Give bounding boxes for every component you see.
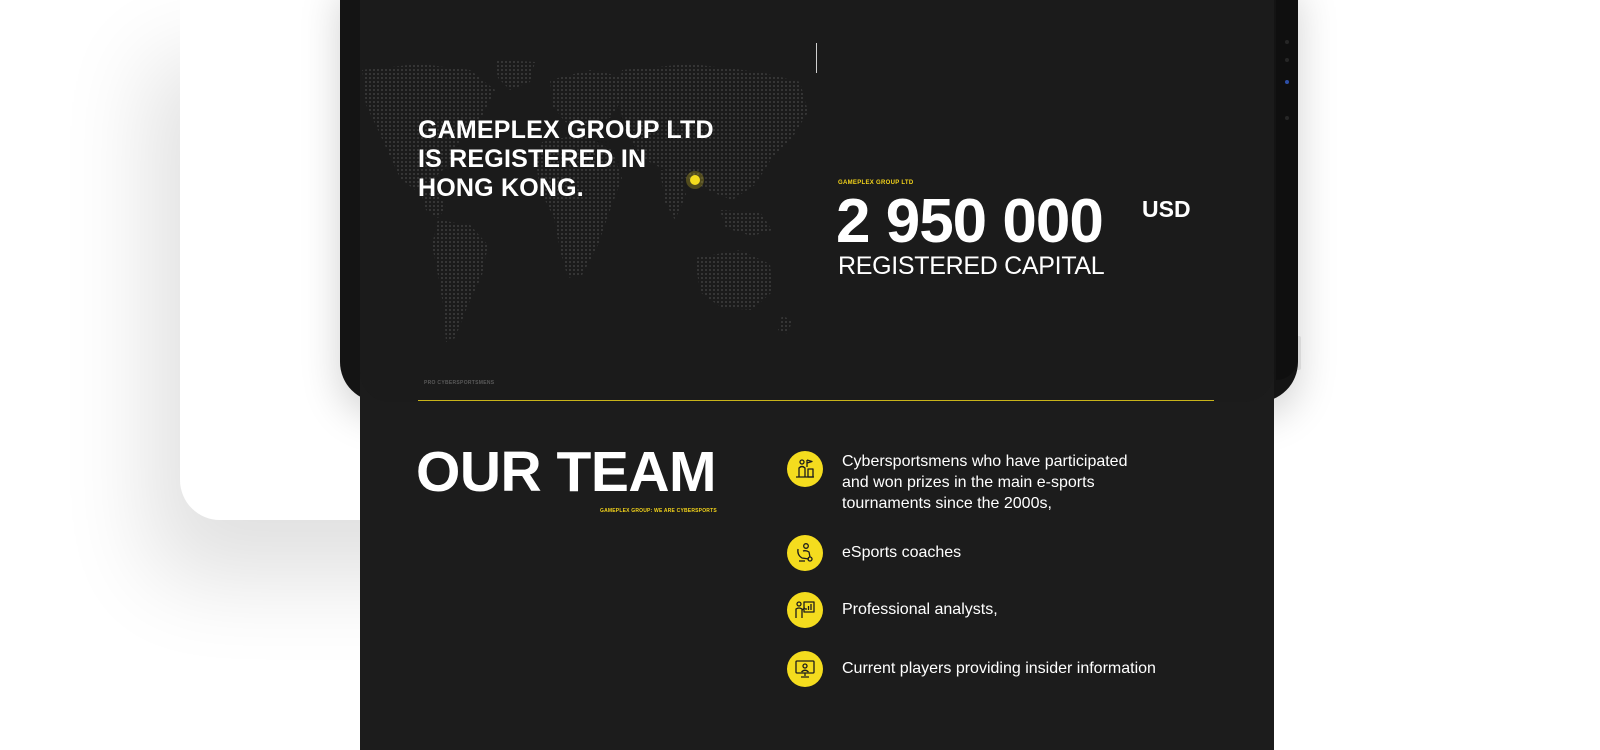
- team-item-text: eSports coaches: [842, 544, 962, 561]
- camera-lens: [1285, 80, 1289, 84]
- capital-currency: USD: [1142, 196, 1191, 222]
- tablet-side-button: [1298, 336, 1301, 370]
- coach-whistle-icon: [787, 535, 823, 571]
- team-item-text: Cybersportsmens who have participated an…: [842, 453, 1128, 512]
- team-item-text: Professional analysts,: [842, 601, 998, 618]
- bezel-sensor: [1285, 58, 1289, 62]
- team-title: OUR TEAM: [416, 440, 716, 504]
- analyst-chart-icon: [787, 592, 823, 628]
- company-info-section: GAMEPLEX GROUP LTD IS REGISTERED IN HONG…: [360, 0, 1274, 402]
- trophy-podium-icon: [787, 451, 823, 487]
- team-item-text: Current players providing insider inform…: [842, 660, 1156, 677]
- capital-caption: REGISTERED CAPITAL: [838, 252, 1105, 280]
- world-map-dots: [362, 60, 808, 342]
- page: GAMEPLEX GROUP LTD IS REGISTERED IN HONG…: [0, 0, 1600, 750]
- team-subtitle: GAMEPLEX GROUP: WE ARE CYBERSPORTS: [600, 508, 717, 514]
- website-panel: GAMEPLEX GROUP LTD IS REGISTERED IN HONG…: [360, 0, 1274, 750]
- team-item-coaches: eSports coaches: [787, 535, 1182, 571]
- bezel-sensor: [1285, 40, 1289, 44]
- vertical-divider: [816, 43, 817, 73]
- team-item-analysts: Professional analysts,: [787, 592, 1182, 628]
- section-divider: [418, 400, 1214, 401]
- team-item-players: Current players providing insider inform…: [787, 651, 1182, 687]
- team-item-cybersportsmens: Cybersportsmens who have participated an…: [787, 451, 1182, 514]
- section-tag: PRO CYBERSPORTSMENS: [424, 380, 495, 386]
- registration-heading: GAMEPLEX GROUP LTD IS REGISTERED IN HONG…: [418, 116, 714, 202]
- capital-company-label: GAMEPLEX GROUP LTD: [838, 180, 914, 186]
- tablet-bezel: [1276, 0, 1298, 380]
- bezel-sensor: [1285, 116, 1289, 120]
- capital-amount: 2 950 000: [836, 187, 1104, 256]
- player-monitor-icon: [787, 651, 823, 687]
